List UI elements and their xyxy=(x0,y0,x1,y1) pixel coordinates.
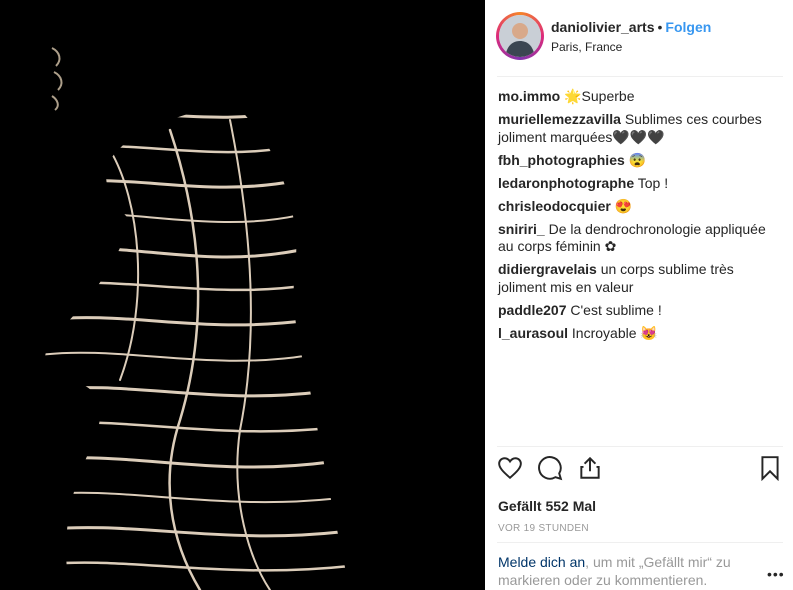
location-link[interactable]: Paris, France xyxy=(551,40,622,54)
login-prompt: Melde dich an, um mit „Gefällt mir“ zu m… xyxy=(498,553,748,589)
likes-label: Gefällt 552 Mal xyxy=(498,498,597,514)
comment-list: mo.immo 🌟Superbe muriellemezzavilla Subl… xyxy=(498,88,784,348)
comment-item: sniriri_ De la dendrochronologie appliqu… xyxy=(498,221,784,256)
comment-username[interactable]: l_aurasoul xyxy=(498,325,568,341)
comment-text: Top ! xyxy=(637,174,669,191)
comment-username[interactable]: muriellemezzavilla xyxy=(498,111,621,127)
comment-item: l_aurasoul Incroyable 😻 xyxy=(498,325,784,343)
login-link[interactable]: Melde dich an xyxy=(498,554,585,570)
comment-text: Incroyable 😻 xyxy=(571,324,658,341)
follow-button[interactable]: Folgen xyxy=(665,19,711,35)
comment-item: chrisleodocquier 😍 xyxy=(498,198,784,216)
comment-username[interactable]: paddle207 xyxy=(498,302,566,318)
actions-divider xyxy=(497,446,783,447)
comment-username[interactable]: chrisleodocquier xyxy=(498,198,611,214)
more-options-icon[interactable]: ••• xyxy=(767,566,785,582)
comment-username[interactable]: didiergravelais xyxy=(498,261,597,277)
post-header: daniolivier_arts • Folgen Paris, France xyxy=(485,0,793,76)
comment-text: 😍 xyxy=(614,197,633,214)
comment-username[interactable]: fbh_photographies xyxy=(498,152,625,168)
heart-icon[interactable] xyxy=(497,455,523,486)
action-bar xyxy=(497,455,787,483)
comment-item: mo.immo 🌟Superbe xyxy=(498,88,784,106)
comment-username[interactable]: mo.immo xyxy=(498,88,560,104)
comment-item: paddle207 C'est sublime ! xyxy=(498,302,784,320)
separator-dot: • xyxy=(657,19,663,35)
comment-bubble-icon[interactable] xyxy=(537,455,563,486)
header-divider xyxy=(497,76,783,77)
share-icon[interactable] xyxy=(577,455,603,486)
comment-item: ledaronphotographe Top ! xyxy=(498,175,784,193)
post-image xyxy=(0,0,485,590)
avatar-image xyxy=(499,15,541,57)
comment-item: muriellemezzavilla Sublimes ces courbes … xyxy=(498,111,784,146)
comment-username[interactable]: ledaronphotographe xyxy=(498,175,634,191)
footer-divider xyxy=(497,542,783,543)
bookmark-icon[interactable] xyxy=(759,455,781,486)
post-timestamp[interactable]: VOR 19 STUNDEN xyxy=(498,523,589,534)
comment-item: fbh_photographies 😨 xyxy=(498,152,784,170)
username-link[interactable]: daniolivier_arts xyxy=(551,19,655,35)
username-row: daniolivier_arts • Folgen xyxy=(551,19,711,35)
comment-item: didiergravelais un corps sublime très jo… xyxy=(498,261,784,296)
comment-text: 😨 xyxy=(628,151,647,168)
comment-text: 🌟Superbe xyxy=(564,88,635,104)
comment-text: C'est sublime ! xyxy=(570,301,662,318)
post-photo[interactable] xyxy=(0,0,485,590)
avatar[interactable] xyxy=(496,12,544,60)
post-sidebar: daniolivier_arts • Folgen Paris, France mo… xyxy=(485,0,793,590)
comment-username[interactable]: sniriri_ xyxy=(498,221,545,237)
likes-count[interactable]: Gefällt 552 Mal xyxy=(498,498,596,514)
